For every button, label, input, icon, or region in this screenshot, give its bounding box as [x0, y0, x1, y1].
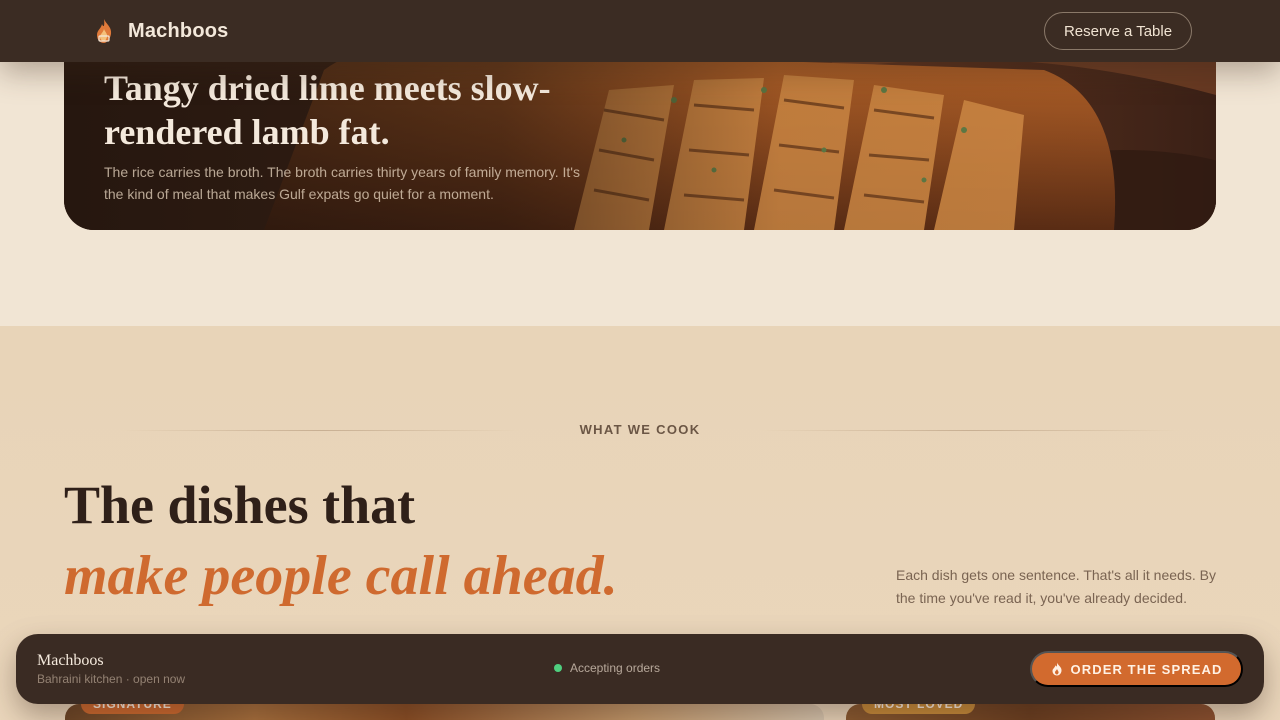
status-dot-icon: [554, 664, 562, 672]
bar-brand-name: Machboos: [37, 652, 104, 669]
flame-logo-icon: [97, 19, 112, 43]
order-button-label: ORDER THE SPREAD: [1070, 661, 1223, 677]
section-description: Each dish gets one sentence. That's all …: [896, 567, 1216, 606]
sticky-order-bar: Machboos Bahraini kitchen · open now Acc…: [16, 634, 1264, 704]
status-text: Accepting orders: [570, 661, 661, 675]
order-status: Accepting orders: [554, 661, 660, 675]
top-navigation: Machboos Reserve a Table: [0, 0, 1280, 62]
brand-link[interactable]: Machboos: [94, 18, 229, 44]
order-the-spread-button[interactable]: ORDER THE SPREAD: [1030, 651, 1243, 687]
reserve-table-button[interactable]: Reserve a Table: [1044, 12, 1192, 50]
section-eyebrow: WHAT WE COOK: [579, 422, 701, 437]
section-heading-accent: make people call ahead.: [64, 545, 618, 607]
bar-subtitle: Bahraini kitchen · open now: [37, 672, 186, 686]
brand-name: Machboos: [128, 19, 229, 42]
flame-icon: [1052, 662, 1062, 676]
section-heading: The dishes that: [64, 475, 416, 535]
hero-subtitle: The rice carries the broth. The broth ca…: [104, 164, 580, 202]
hero-title: Tangy dried lime meets slow-rendered lam…: [104, 68, 551, 152]
